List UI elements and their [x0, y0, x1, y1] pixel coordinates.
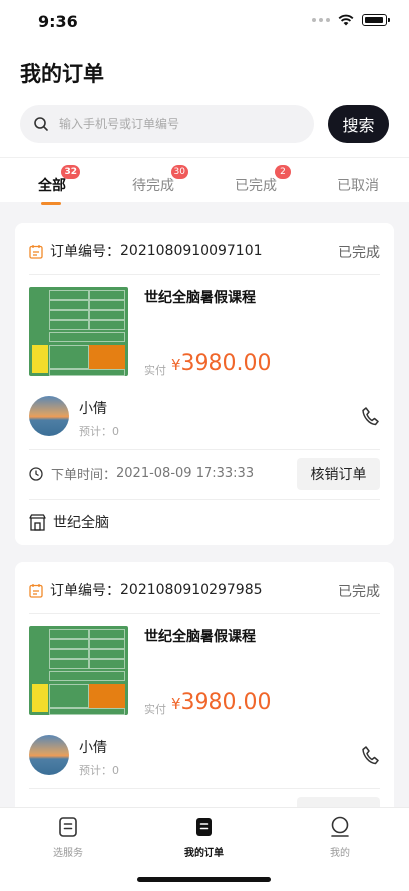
order-number-label: 订单编号：: [50, 244, 120, 260]
tab-label: 待完成: [132, 178, 174, 194]
bottom-nav: 选服务 我的订单 我的: [0, 807, 409, 891]
search-icon: [34, 117, 48, 131]
status-time: 9:36: [38, 12, 78, 31]
nav-label: 选服务: [53, 848, 83, 859]
tab-indicator: [41, 202, 61, 205]
course-title: 世纪全脑暑假课程: [144, 290, 256, 306]
profile-icon: [331, 816, 349, 837]
paid-label: 实付: [144, 364, 166, 377]
user-name: 小倩: [79, 740, 107, 756]
tab-label: 全部: [38, 178, 66, 194]
page-title: 我的订单: [20, 62, 104, 86]
order-card[interactable]: 订单编号： 2021080910097101 已完成 世纪全脑暑假课程 实付 ¥…: [15, 223, 394, 545]
divider: [29, 499, 380, 500]
tab-cancelled[interactable]: 已取消: [337, 175, 379, 195]
verify-order-button[interactable]: 核销订单: [297, 458, 380, 490]
tab-badge: 2: [275, 165, 291, 179]
phone-icon[interactable]: [361, 745, 379, 765]
order-time-label: 下单时间：: [51, 468, 117, 483]
user-name: 小倩: [79, 401, 107, 417]
signal-dots-icon: [312, 18, 330, 22]
order-time-row: 下单时间： 2021-08-09 17:33:33: [29, 464, 254, 483]
status-bar: 9:36: [0, 0, 409, 44]
nav-item-service[interactable]: 选服务: [33, 816, 103, 859]
store-name: 世纪全脑: [53, 515, 109, 531]
order-calendar-icon: [29, 244, 43, 259]
order-number-row: 订单编号： 2021080910097101: [29, 241, 263, 261]
order-number: 2021080910297985: [120, 582, 263, 598]
user-estimate: 预计：0: [79, 425, 119, 438]
status-icons: [312, 14, 390, 26]
service-icon: [59, 817, 77, 837]
nav-label: 我的: [330, 848, 350, 859]
store-row: 世纪全脑: [29, 512, 109, 532]
divider: [29, 613, 380, 614]
order-calendar-icon: [29, 583, 43, 598]
divider: [29, 449, 380, 450]
nav-item-orders[interactable]: 我的订单: [169, 816, 239, 859]
paid-label: 实付: [144, 703, 166, 716]
store-icon: [29, 513, 46, 531]
header: 我的订单 搜索 全部 32 待完成 30 已完成 2 已取消: [0, 44, 409, 205]
home-indicator: [137, 877, 271, 882]
nav-label: 我的订单: [184, 848, 224, 859]
course-title: 世纪全脑暑假课程: [144, 629, 256, 645]
price: ¥3980.00: [171, 690, 272, 715]
order-time: 2021-08-09 17:33:33: [116, 466, 255, 481]
order-number-label: 订单编号：: [50, 583, 120, 599]
user-estimate: 预计：0: [79, 764, 119, 777]
order-status: 已完成: [338, 584, 380, 600]
tab-pending[interactable]: 待完成 30: [132, 165, 188, 195]
tab-badge: 30: [170, 165, 188, 179]
tab-completed[interactable]: 已完成 2: [235, 165, 291, 195]
orders-icon: [196, 818, 212, 836]
tab-all[interactable]: 全部 32: [38, 165, 80, 195]
avatar: [29, 396, 69, 436]
battery-icon: [362, 14, 390, 26]
tab-badge: 32: [61, 165, 80, 179]
price-value: 3980.00: [180, 690, 272, 715]
order-tabs: 全部 32 待完成 30 已完成 2 已取消: [0, 157, 409, 205]
wifi-icon: [338, 14, 354, 26]
search-input[interactable]: [59, 117, 289, 131]
divider: [29, 274, 380, 275]
order-number-row: 订单编号： 2021080910297985: [29, 580, 263, 600]
course-thumbnail[interactable]: [29, 287, 128, 376]
order-card[interactable]: 订单编号： 2021080910297985 已完成 世纪全脑暑假课程 实付 ¥…: [15, 562, 394, 829]
phone-icon[interactable]: [361, 406, 379, 426]
order-status: 已完成: [338, 245, 380, 261]
search-button[interactable]: 搜索: [328, 105, 389, 143]
nav-item-profile[interactable]: 我的: [305, 816, 375, 859]
tab-label: 已完成: [235, 178, 277, 194]
course-thumbnail[interactable]: [29, 626, 128, 715]
avatar: [29, 735, 69, 775]
clock-icon: [29, 466, 43, 481]
divider: [29, 788, 380, 789]
tab-label: 已取消: [337, 178, 379, 194]
price: ¥3980.00: [171, 351, 272, 376]
price-value: 3980.00: [180, 351, 272, 376]
currency-symbol: ¥: [171, 695, 181, 713]
order-number: 2021080910097101: [120, 243, 263, 259]
currency-symbol: ¥: [171, 356, 181, 374]
search-box[interactable]: [20, 105, 314, 143]
